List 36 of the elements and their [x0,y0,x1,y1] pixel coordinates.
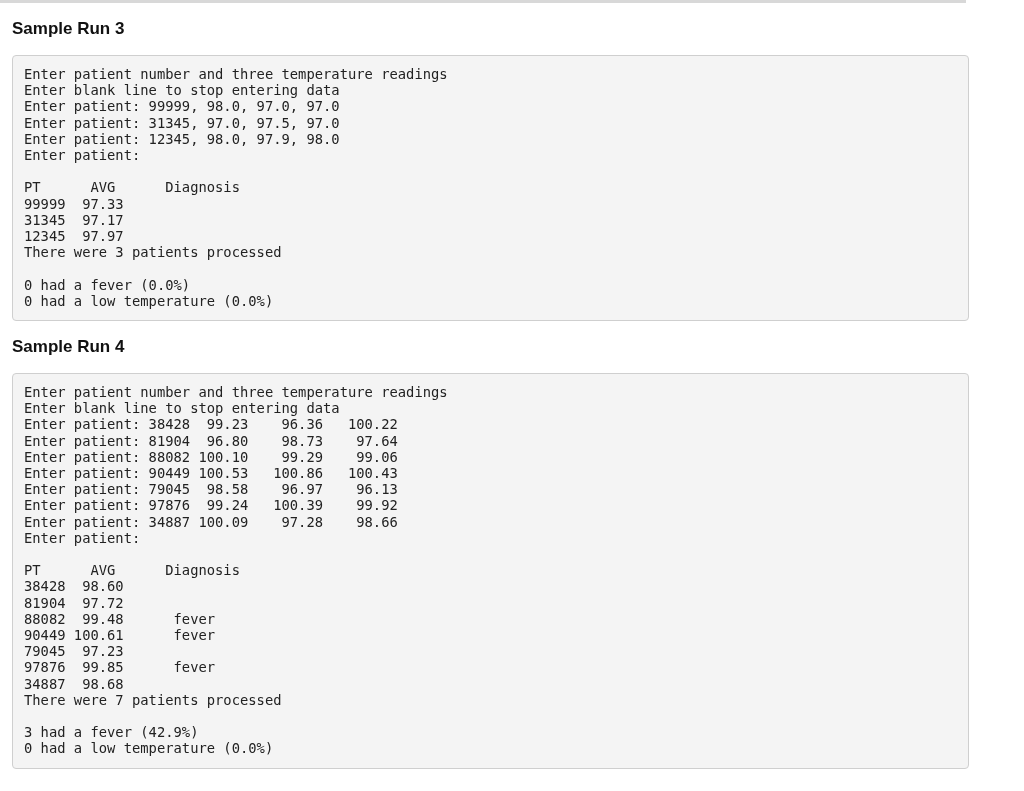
console-line: Enter patient: 88082 100.10 99.29 99.06 [24,448,398,465]
console-line: Enter patient: 34887 100.09 97.28 98.66 [24,513,398,530]
console-line: 12345 97.97 [24,228,124,244]
console-line: 34887 98.68 [24,675,124,692]
console-line: There were 7 patients processed [24,691,282,708]
console-line: Enter patient: 99999, 98.0, 97.0, 97.0 [24,98,340,115]
console-line: Enter patient: 90449 100.53 100.86 100.43 [24,465,398,482]
console-line: 0 had a low temperature (0.0%) [24,292,274,309]
console-line: 81904 97.72 [24,594,124,611]
console-line: 31345 97.17 [24,211,124,228]
console-line: Enter patient number and three temperature readings [24,384,448,400]
console-line: Enter patient: 31345, 97.0, 97.5, 97.0 [24,114,340,131]
console-line: Enter patient: 12345, 98.0, 97.9, 98.0 [24,130,340,147]
console-line: 88082 99.48 fever [24,610,216,627]
console-line: 38428 98.60 [24,578,124,595]
console-line: Enter patient: [24,147,141,163]
console-line: PT AVG Diagnosis [24,179,240,196]
console-line: Enter patient number and three temperature readings [24,66,448,82]
section-heading: Sample Run 4 [12,336,125,358]
console-line: 0 had a fever (0.0%) [24,276,191,293]
console-line: Enter blank line to stop entering data [24,82,340,99]
console-line: 0 had a low temperature (0.0%) [24,740,274,757]
console-line: Enter patient: 79045 98.58 96.97 96.13 [24,481,398,498]
console-line: 3 had a fever (42.9%) [24,724,199,741]
console-line: Enter patient: 38428 99.23 96.36 100.22 [24,416,398,433]
console-line: Enter patient: 97876 99.24 100.39 99.92 [24,497,398,514]
console-line: There were 3 patients processed [24,244,282,261]
console-line: PT AVG Diagnosis [24,562,240,579]
console-line: 79045 97.23 [24,643,124,660]
console-line: Enter blank line to stop entering data [24,400,340,417]
console-line: 99999 97.33 [24,195,124,212]
console-line: Enter patient: 81904 96.80 98.73 97.64 [24,432,398,449]
console-line: 97876 99.85 fever [24,659,216,676]
console-line: Enter patient: [24,529,141,546]
console-line: 90449 100.61 fever [24,627,216,644]
section-heading: Sample Run 3 [12,18,125,40]
